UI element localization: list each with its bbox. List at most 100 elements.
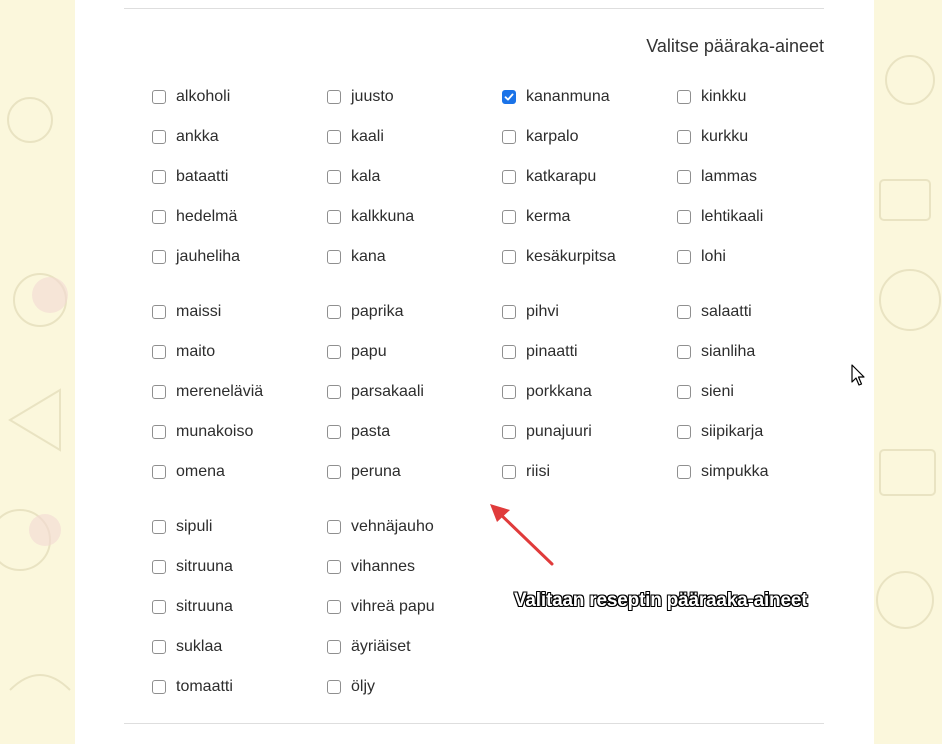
- ingredient-option[interactable]: sipuli: [152, 516, 322, 538]
- ingredient-checkbox[interactable]: [502, 465, 516, 479]
- ingredient-checkbox[interactable]: [502, 170, 516, 184]
- ingredient-checkbox[interactable]: [152, 385, 166, 399]
- ingredient-option[interactable]: katkarapu: [502, 166, 672, 188]
- ingredient-option[interactable]: öljy: [327, 676, 497, 698]
- ingredient-option[interactable]: mereneläviä: [152, 381, 322, 403]
- ingredient-checkbox[interactable]: [327, 560, 341, 574]
- ingredient-checkbox[interactable]: [152, 425, 166, 439]
- ingredient-checkbox[interactable]: [152, 250, 166, 264]
- ingredient-option[interactable]: paprika: [327, 301, 497, 323]
- ingredient-checkbox[interactable]: [502, 130, 516, 144]
- ingredient-option[interactable]: munakoiso: [152, 421, 322, 443]
- ingredient-option[interactable]: jauheliha: [152, 246, 322, 268]
- ingredient-checkbox[interactable]: [152, 560, 166, 574]
- ingredient-checkbox[interactable]: [677, 345, 691, 359]
- ingredient-checkbox[interactable]: [677, 305, 691, 319]
- ingredient-checkbox[interactable]: [677, 170, 691, 184]
- ingredient-checkbox[interactable]: [677, 385, 691, 399]
- ingredient-checkbox[interactable]: [152, 680, 166, 694]
- ingredient-checkbox[interactable]: [327, 680, 341, 694]
- ingredient-checkbox[interactable]: [327, 130, 341, 144]
- ingredient-option[interactable]: maissi: [152, 301, 322, 323]
- ingredient-option[interactable]: sianliha: [677, 341, 847, 363]
- ingredient-option[interactable]: kalkkuna: [327, 206, 497, 228]
- ingredient-option[interactable]: vihreä papu: [327, 596, 497, 618]
- ingredient-checkbox[interactable]: [327, 465, 341, 479]
- ingredient-checkbox[interactable]: [327, 170, 341, 184]
- ingredient-option[interactable]: salaatti: [677, 301, 847, 323]
- ingredient-option[interactable]: hedelmä: [152, 206, 322, 228]
- ingredient-checkbox[interactable]: [502, 210, 516, 224]
- ingredient-option[interactable]: bataatti: [152, 166, 322, 188]
- ingredient-option[interactable]: kaali: [327, 126, 497, 148]
- ingredient-option[interactable]: kesäkurpitsa: [502, 246, 672, 268]
- ingredient-checkbox[interactable]: [152, 170, 166, 184]
- ingredient-option[interactable]: sitruuna: [152, 596, 322, 618]
- ingredient-option[interactable]: siipikarja: [677, 421, 847, 443]
- ingredient-option[interactable]: papu: [327, 341, 497, 363]
- ingredient-checkbox[interactable]: [502, 425, 516, 439]
- ingredient-option[interactable]: kerma: [502, 206, 672, 228]
- ingredient-checkbox[interactable]: [152, 465, 166, 479]
- ingredient-checkbox[interactable]: [502, 250, 516, 264]
- ingredient-option[interactable]: lehtikaali: [677, 206, 847, 228]
- ingredient-checkbox[interactable]: [677, 210, 691, 224]
- ingredient-option[interactable]: kala: [327, 166, 497, 188]
- ingredient-checkbox[interactable]: [502, 90, 516, 104]
- ingredient-checkbox[interactable]: [327, 600, 341, 614]
- ingredient-option[interactable]: lammas: [677, 166, 847, 188]
- ingredient-checkbox[interactable]: [677, 425, 691, 439]
- ingredient-option[interactable]: karpalo: [502, 126, 672, 148]
- ingredient-checkbox[interactable]: [502, 345, 516, 359]
- ingredient-option[interactable]: tomaatti: [152, 676, 322, 698]
- ingredient-checkbox[interactable]: [152, 305, 166, 319]
- ingredient-checkbox[interactable]: [677, 250, 691, 264]
- ingredient-checkbox[interactable]: [152, 520, 166, 534]
- ingredient-option[interactable]: simpukka: [677, 461, 847, 483]
- ingredient-checkbox[interactable]: [327, 90, 341, 104]
- ingredient-option[interactable]: pinaatti: [502, 341, 672, 363]
- ingredient-checkbox[interactable]: [152, 345, 166, 359]
- ingredient-checkbox[interactable]: [502, 305, 516, 319]
- ingredient-option[interactable]: porkkana: [502, 381, 672, 403]
- ingredient-checkbox[interactable]: [677, 130, 691, 144]
- ingredient-option[interactable]: kananmuna: [502, 86, 672, 108]
- ingredient-option[interactable]: kurkku: [677, 126, 847, 148]
- ingredient-checkbox[interactable]: [152, 130, 166, 144]
- ingredient-checkbox[interactable]: [327, 250, 341, 264]
- ingredient-option[interactable]: pihvi: [502, 301, 672, 323]
- ingredient-checkbox[interactable]: [152, 210, 166, 224]
- ingredient-option[interactable]: vehnäjauho: [327, 516, 497, 538]
- ingredient-checkbox[interactable]: [327, 345, 341, 359]
- ingredient-checkbox[interactable]: [327, 640, 341, 654]
- ingredient-option[interactable]: juusto: [327, 86, 497, 108]
- ingredient-option[interactable]: riisi: [502, 461, 672, 483]
- ingredient-option[interactable]: vihannes: [327, 556, 497, 578]
- ingredient-option[interactable]: äyriäiset: [327, 636, 497, 658]
- ingredient-option[interactable]: sitruuna: [152, 556, 322, 578]
- ingredient-option[interactable]: kana: [327, 246, 497, 268]
- ingredient-option[interactable]: kinkku: [677, 86, 847, 108]
- ingredient-option[interactable]: pasta: [327, 421, 497, 443]
- ingredient-checkbox[interactable]: [502, 385, 516, 399]
- ingredient-option[interactable]: peruna: [327, 461, 497, 483]
- ingredient-checkbox[interactable]: [327, 425, 341, 439]
- ingredient-option[interactable]: sieni: [677, 381, 847, 403]
- ingredient-checkbox[interactable]: [327, 520, 341, 534]
- ingredient-option[interactable]: maito: [152, 341, 322, 363]
- ingredient-option[interactable]: punajuuri: [502, 421, 672, 443]
- ingredient-checkbox[interactable]: [677, 90, 691, 104]
- ingredient-checkbox[interactable]: [327, 385, 341, 399]
- ingredient-option[interactable]: alkoholi: [152, 86, 322, 108]
- ingredient-checkbox[interactable]: [152, 640, 166, 654]
- ingredient-option[interactable]: parsakaali: [327, 381, 497, 403]
- ingredient-checkbox[interactable]: [327, 210, 341, 224]
- ingredient-option[interactable]: lohi: [677, 246, 847, 268]
- ingredient-checkbox[interactable]: [677, 465, 691, 479]
- ingredient-option[interactable]: omena: [152, 461, 322, 483]
- ingredient-option[interactable]: ankka: [152, 126, 322, 148]
- ingredient-option[interactable]: suklaa: [152, 636, 322, 658]
- ingredient-checkbox[interactable]: [327, 305, 341, 319]
- ingredient-checkbox[interactable]: [152, 90, 166, 104]
- ingredient-checkbox[interactable]: [152, 600, 166, 614]
